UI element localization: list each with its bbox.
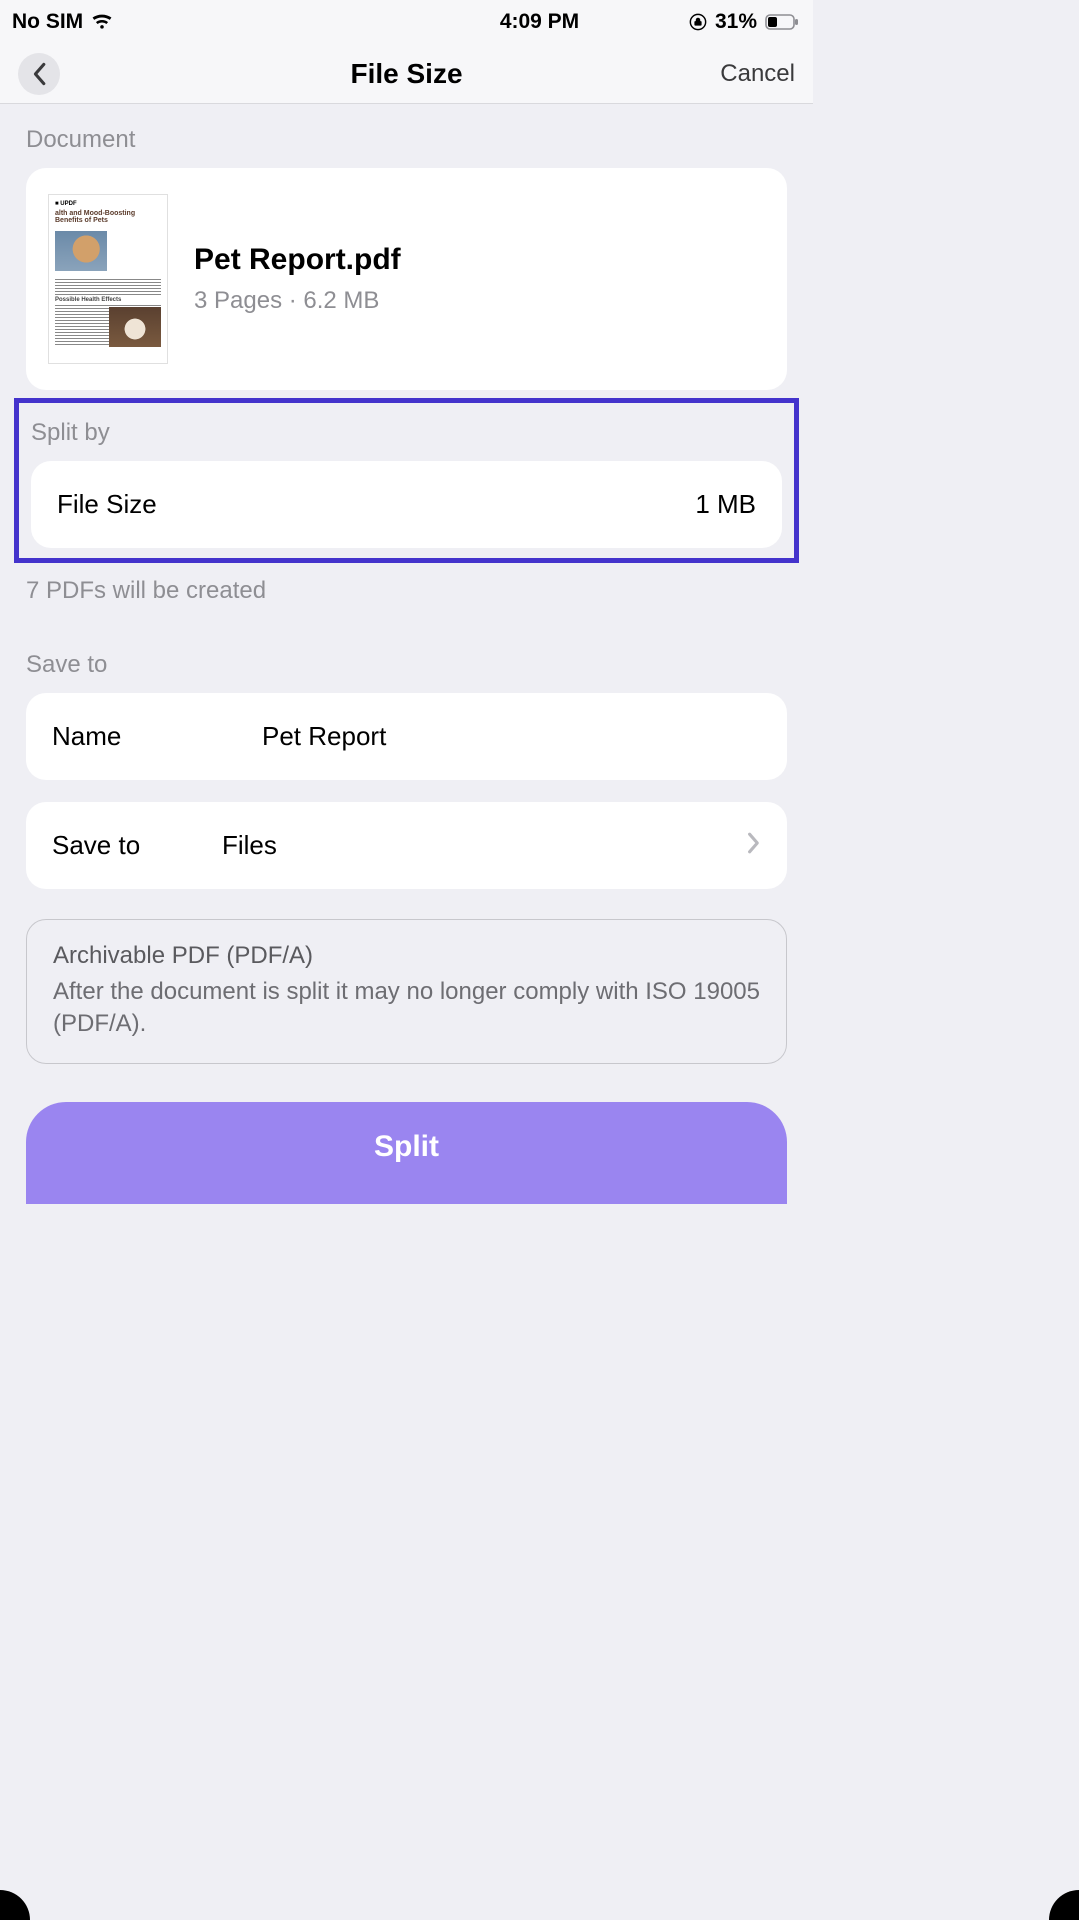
save-to-section-label: Save to: [26, 605, 787, 693]
pdfa-info-body: After the document is split it may no lo…: [53, 976, 760, 1041]
battery-pct-label: 31%: [715, 10, 757, 34]
document-thumbnail: ■ UPDF alth and Mood-Boosting Benefits o…: [48, 194, 168, 364]
name-row[interactable]: Name: [26, 693, 787, 780]
document-card[interactable]: ■ UPDF alth and Mood-Boosting Benefits o…: [26, 168, 787, 390]
back-button[interactable]: [18, 53, 60, 95]
split-by-highlight: Split by File Size 1 MB: [14, 398, 799, 563]
rotation-lock-icon: [689, 13, 707, 31]
pdfa-info-box: Archivable PDF (PDF/A) After the documen…: [26, 919, 787, 1064]
document-name: Pet Report.pdf: [194, 243, 401, 277]
clock-label: 4:09 PM: [0, 10, 1079, 34]
file-size-label: File Size: [57, 489, 157, 520]
document-section-label: Document: [26, 104, 787, 168]
document-details: 3 Pages · 6.2 MB: [194, 287, 401, 315]
pdfa-info-title: Archivable PDF (PDF/A): [53, 942, 760, 970]
status-bar: No SIM 4:09 PM 31%: [0, 0, 813, 44]
file-size-selector[interactable]: File Size 1 MB: [31, 461, 782, 548]
name-input[interactable]: [262, 721, 761, 752]
carrier-label: No SIM: [12, 10, 83, 34]
save-to-label: Save to: [52, 830, 222, 861]
nav-bar: File Size Cancel: [0, 44, 813, 104]
split-button[interactable]: Split: [26, 1102, 787, 1204]
file-size-value: 1 MB: [695, 489, 756, 520]
page-title: File Size: [0, 58, 813, 90]
chevron-right-icon: [747, 830, 761, 861]
cancel-button[interactable]: Cancel: [720, 60, 795, 88]
split-by-section-label: Split by: [31, 409, 782, 461]
chevron-left-icon: [30, 62, 48, 86]
name-label: Name: [52, 721, 222, 752]
wifi-icon: [91, 14, 113, 30]
split-result-text: 7 PDFs will be created: [26, 563, 787, 605]
battery-icon: [765, 14, 799, 30]
save-to-value: Files: [222, 830, 747, 861]
save-destination-row[interactable]: Save to Files: [26, 802, 787, 889]
